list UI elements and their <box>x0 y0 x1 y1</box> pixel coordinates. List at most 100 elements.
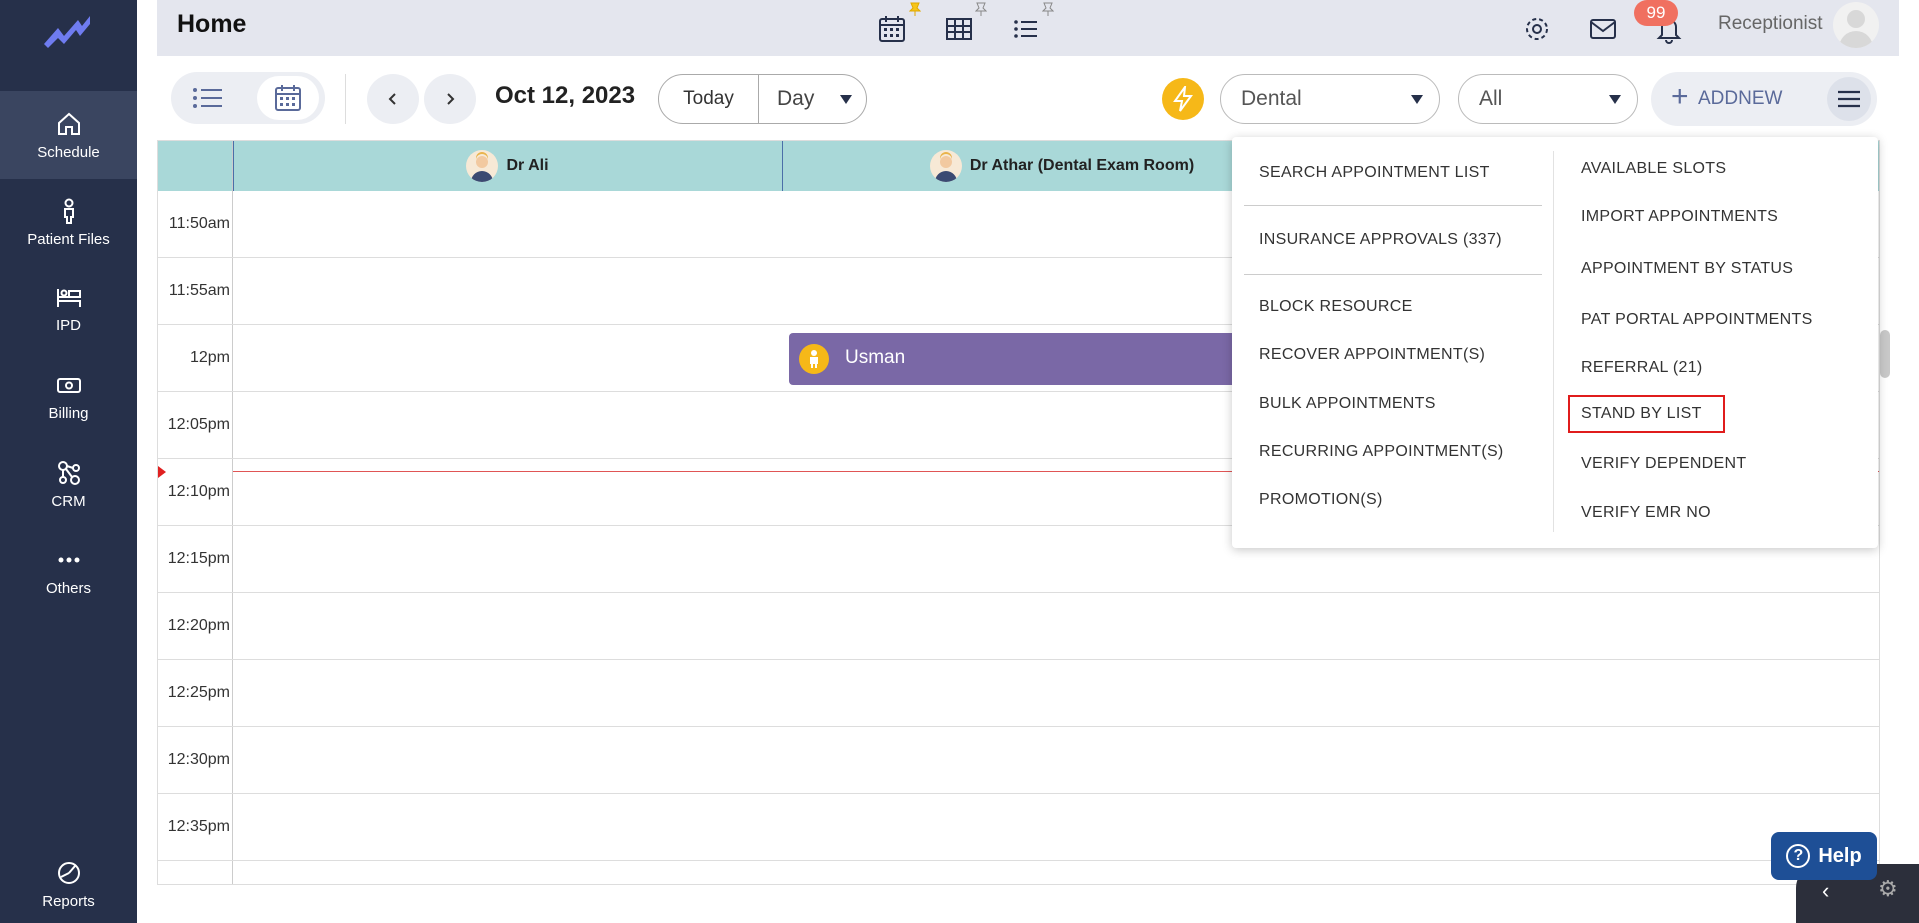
more-dots-icon <box>58 557 79 562</box>
quick-action-button[interactable] <box>1162 78 1204 120</box>
menu-item-recover-appointments[interactable]: RECOVER APPOINTMENT(S) <box>1259 346 1485 364</box>
menu-item-search-appointment-list[interactable]: SEARCH APPOINTMENT LIST <box>1259 164 1490 182</box>
caret-down-icon <box>1411 95 1423 104</box>
view-toggle <box>171 72 325 124</box>
menu-item-insurance-approvals[interactable]: INSURANCE APPROVALS (337) <box>1259 231 1502 249</box>
sidebar: Schedule Patient Files IPD Billing CRM O… <box>0 0 137 923</box>
time-label: 11:50am <box>168 215 230 232</box>
time-label: 12pm <box>189 349 230 366</box>
scrollbar-thumb[interactable] <box>1880 330 1890 378</box>
help-button[interactable]: ? Help <box>1771 832 1877 880</box>
top-header: Home 99 Receptionist <box>157 0 1899 56</box>
calendar-icon[interactable] <box>877 14 907 44</box>
menu-item-pat-portal-appointments[interactable]: PAT PORTAL APPOINTMENTS <box>1581 311 1813 329</box>
sidebar-item-others[interactable]: Others <box>0 527 137 615</box>
time-label: 12:20pm <box>167 617 230 634</box>
money-icon <box>56 377 81 393</box>
caret-down-icon[interactable] <box>840 95 852 104</box>
filter-select-value: All <box>1479 87 1503 110</box>
resource-name: Dr Ali <box>506 157 549 174</box>
person-icon <box>63 198 74 224</box>
user-role: Receptionist <box>1718 13 1823 34</box>
menu-item-appointment-by-status[interactable]: APPOINTMENT BY STATUS <box>1581 260 1793 278</box>
menu-item-verify-emr-no[interactable]: VERIFY EMR NO <box>1581 504 1711 522</box>
time-label: 12:15pm <box>167 550 230 567</box>
sidebar-item-label: Others <box>45 579 91 597</box>
sidebar-item-ipd[interactable]: IPD <box>0 264 137 352</box>
sidebar-item-reports[interactable]: Reports <box>0 845 137 923</box>
sidebar-item-label: Billing <box>48 404 89 422</box>
menu-item-recurring-appointments[interactable]: RECURRING APPOINTMENT(S) <box>1259 443 1504 461</box>
sidebar-item-schedule[interactable]: Schedule <box>0 91 137 179</box>
calendar-toolbar: Oct 12, 2023 Today Day Dental All + ADDN… <box>157 56 1899 140</box>
sidebar-item-label: Schedule <box>37 143 100 161</box>
menu-toggle-button[interactable] <box>1827 77 1871 121</box>
department-select[interactable]: Dental <box>1220 74 1440 124</box>
chevron-left-icon[interactable]: ‹ <box>1822 878 1829 904</box>
pin-active-icon[interactable] <box>909 2 921 16</box>
time-slot-row[interactable]: 12:35pm <box>158 794 1879 861</box>
menu-item-promotions[interactable]: PROMOTION(S) <box>1259 491 1383 509</box>
menu-separator <box>1244 274 1542 275</box>
menu-item-block-resource[interactable]: BLOCK RESOURCE <box>1259 298 1413 316</box>
time-slot-row[interactable]: 12:30pm <box>158 727 1879 794</box>
time-slot-row[interactable]: 12:20pm <box>158 593 1879 660</box>
menu-item-available-slots[interactable]: AVAILABLE SLOTS <box>1581 160 1726 178</box>
pie-icon <box>57 861 80 884</box>
resource-column-header[interactable]: Dr Ali <box>233 141 782 191</box>
app-logo[interactable] <box>42 10 94 54</box>
plus-icon[interactable]: + <box>1671 82 1689 112</box>
department-select-value: Dental <box>1241 87 1302 110</box>
gear-icon[interactable]: ⚙ <box>1878 876 1898 902</box>
current-date[interactable]: Oct 12, 2023 <box>495 82 635 110</box>
today-button[interactable]: Today <box>659 75 759 123</box>
prev-date-button[interactable] <box>367 74 419 124</box>
network-icon <box>57 460 80 485</box>
bed-icon <box>56 288 81 307</box>
sidebar-item-crm[interactable]: CRM <box>0 440 137 528</box>
appointment-block[interactable]: Usman <box>789 333 1269 385</box>
appointment-patient-name: Usman <box>845 347 906 368</box>
options-menu: SEARCH APPOINTMENT LIST INSURANCE APPROV… <box>1232 137 1878 548</box>
grid-view-icon[interactable] <box>944 14 974 44</box>
sidebar-item-billing[interactable]: Billing <box>0 352 137 440</box>
gear-icon[interactable] <box>1522 14 1552 44</box>
filter-select[interactable]: All <box>1458 74 1638 124</box>
mail-icon[interactable] <box>1588 14 1618 44</box>
menu-item-stand-by-list[interactable]: STAND BY LIST <box>1568 395 1725 433</box>
menu-separator <box>1244 205 1542 206</box>
home-icon <box>57 112 80 135</box>
hamburger-icon <box>1838 90 1860 108</box>
sidebar-item-label: IPD <box>55 316 81 334</box>
time-label: 12:10pm <box>167 483 230 500</box>
avatar[interactable] <box>1833 2 1879 48</box>
pin-icon[interactable] <box>1042 2 1054 16</box>
question-icon: ? <box>1786 844 1811 868</box>
pin-icon[interactable] <box>975 2 987 16</box>
add-new-group: + ADDNEW <box>1651 72 1877 126</box>
list-mode-button[interactable] <box>177 76 239 120</box>
time-label: 12:25pm <box>167 684 230 701</box>
menu-item-bulk-appointments[interactable]: BULK APPOINTMENTS <box>1259 395 1436 413</box>
chevron-left-icon <box>388 93 396 105</box>
menu-column-divider <box>1553 151 1554 532</box>
caret-down-icon <box>1609 95 1621 104</box>
doctor-avatar-icon <box>466 150 499 182</box>
add-new-button[interactable]: ADDNEW <box>1698 88 1782 110</box>
menu-item-verify-dependent[interactable]: VERIFY DEPENDENT <box>1581 455 1746 473</box>
view-select[interactable]: Day <box>777 75 814 123</box>
time-label: 12:35pm <box>167 818 230 835</box>
notification-badge: 99 <box>1634 0 1678 26</box>
calendar-mode-button[interactable] <box>257 76 319 120</box>
next-date-button[interactable] <box>424 74 476 124</box>
time-slot-row[interactable]: 12:25pm <box>158 660 1879 727</box>
time-label: 11:55am <box>168 282 230 299</box>
calendar-icon <box>275 85 301 111</box>
chevron-right-icon <box>447 93 455 105</box>
menu-item-referral[interactable]: REFERRAL (21) <box>1581 359 1703 377</box>
sidebar-item-patient-files[interactable]: Patient Files <box>0 178 137 266</box>
resource-name: Dr Athar (Dental Exam Room) <box>969 157 1195 174</box>
menu-item-import-appointments[interactable]: IMPORT APPOINTMENTS <box>1581 208 1778 226</box>
help-label: Help <box>1818 844 1862 867</box>
list-view-icon[interactable] <box>1011 14 1041 44</box>
